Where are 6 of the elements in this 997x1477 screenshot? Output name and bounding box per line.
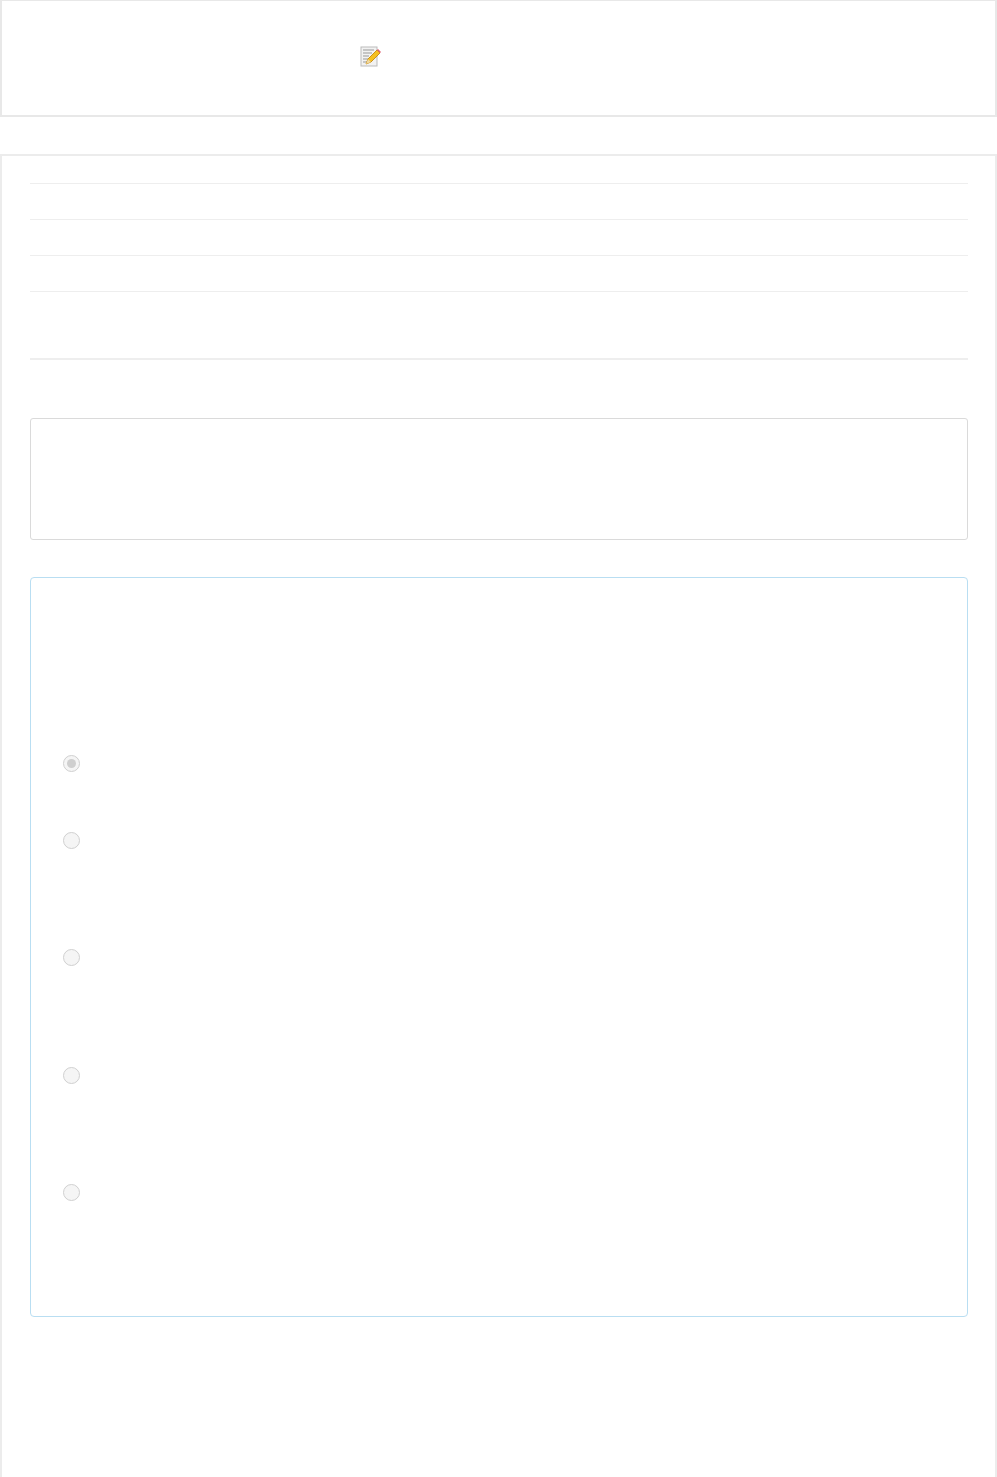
radio-button[interactable]	[63, 832, 80, 849]
radio-button[interactable]	[63, 755, 80, 772]
edit-document-icon[interactable]	[360, 46, 381, 67]
radio-button[interactable]	[63, 949, 80, 966]
radio-button[interactable]	[63, 1184, 80, 1201]
radio-button[interactable]	[63, 1067, 80, 1084]
